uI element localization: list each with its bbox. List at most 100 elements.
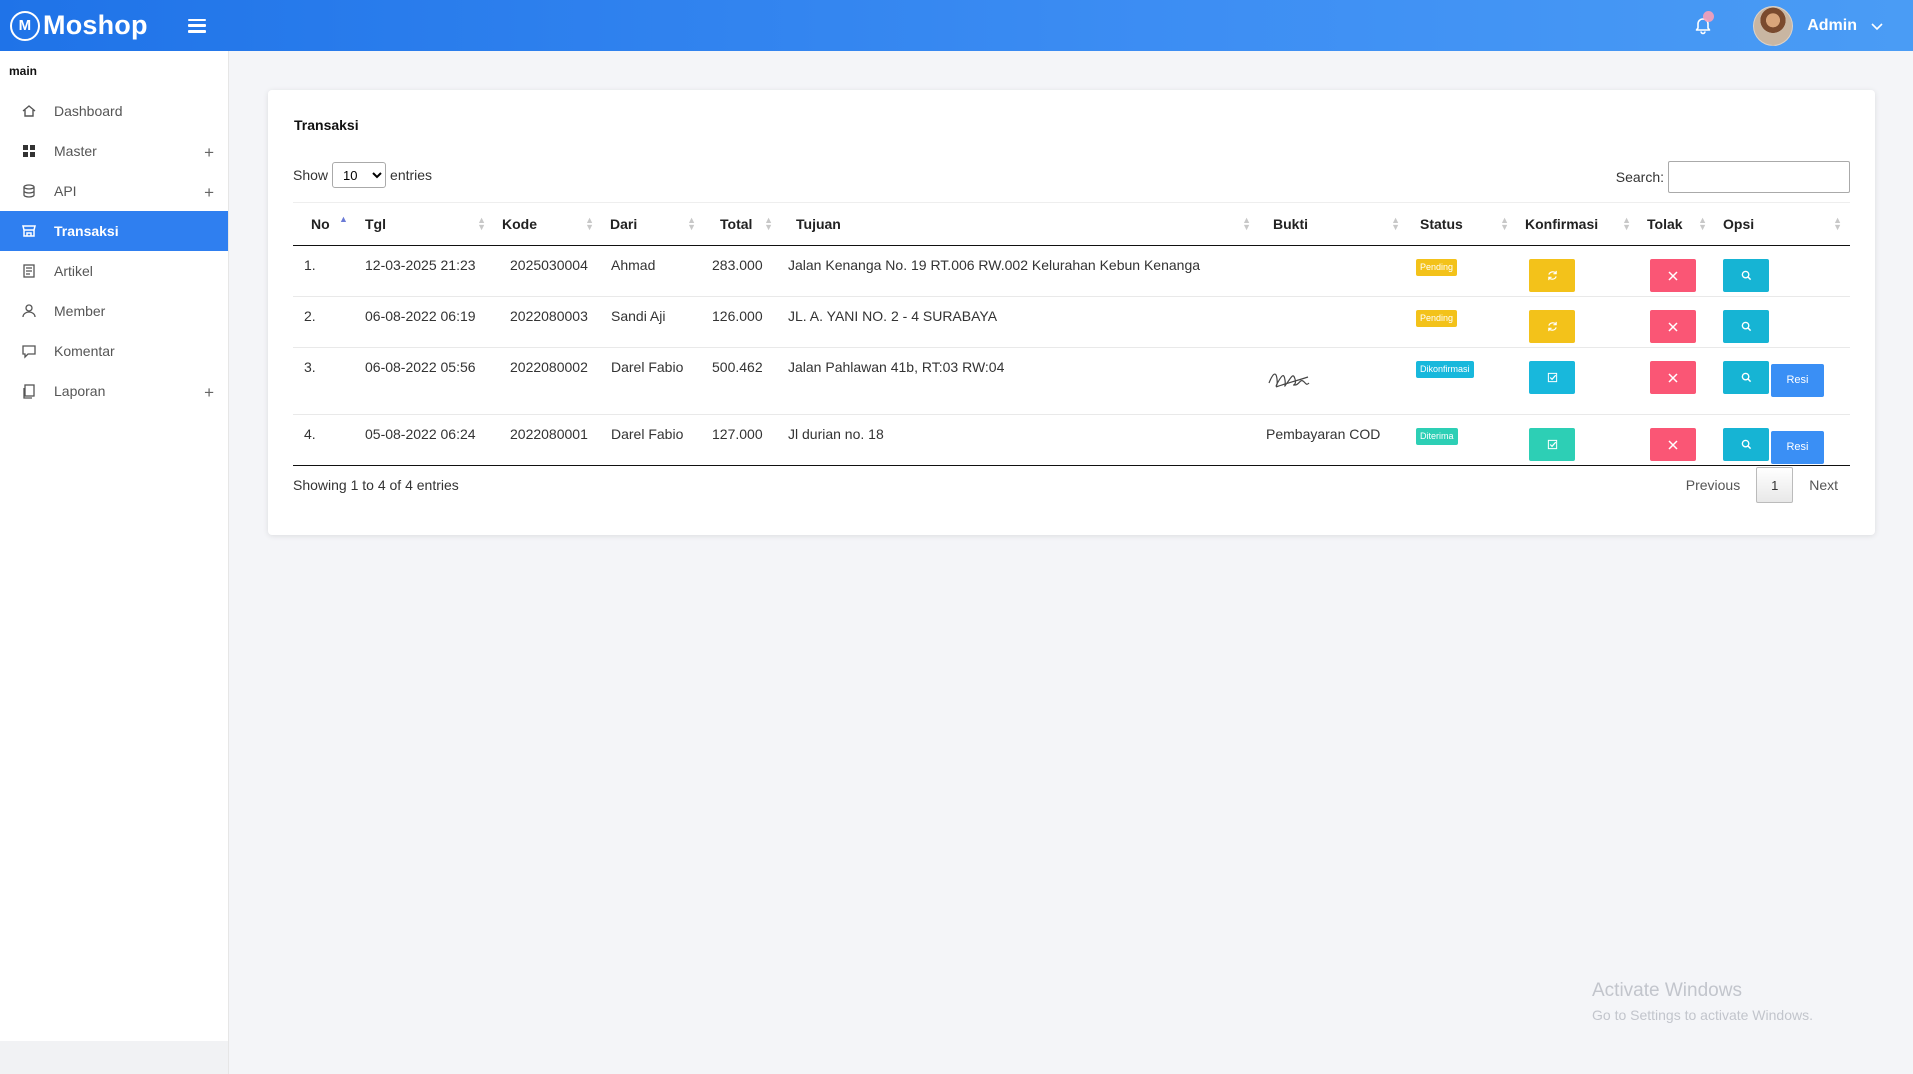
confirm-check-button[interactable]: [1529, 428, 1575, 461]
cell-opsi: [1715, 245, 1850, 297]
cell-konfirmasi: [1517, 414, 1639, 466]
sort-asc-icon: ▲: [339, 214, 348, 224]
column-header-tolak[interactable]: Tolak ▲ ▼: [1639, 202, 1715, 246]
table-row: 3. 06-08-2022 05:56 2022080002 Darel Fabio 5…: [293, 347, 1850, 415]
cell-tgl: 05-08-2022 06:24: [351, 414, 494, 466]
reject-button[interactable]: [1650, 310, 1696, 343]
comment-icon: [20, 342, 38, 360]
reject-button[interactable]: [1650, 259, 1696, 292]
watermark-subtitle: Go to Settings to activate Windows.: [1592, 1007, 1813, 1023]
sort-icon: ▲ ▼: [764, 215, 773, 232]
cell-total: 283.000: [704, 245, 781, 297]
cell-tujuan: JL. A. YANI NO. 2 - 4 SURABAYA: [781, 296, 1259, 348]
column-header-total[interactable]: Total ▲ ▼: [704, 202, 781, 246]
status-badge: Dikonfirmasi: [1416, 361, 1474, 378]
column-header-tujuan[interactable]: Tujuan ▲ ▼: [781, 202, 1259, 246]
detail-search-button[interactable]: [1723, 361, 1769, 394]
top-navbar: M Moshop Admin: [0, 0, 1913, 51]
sidebar-item-artikel[interactable]: Artikel: [0, 251, 228, 291]
notification-bell-icon[interactable]: [1693, 10, 1715, 36]
reject-button[interactable]: [1650, 428, 1696, 461]
database-icon: [20, 182, 38, 200]
cell-kode: 2025030004: [494, 245, 602, 297]
avatar[interactable]: [1753, 5, 1794, 46]
confirm-refresh-button[interactable]: [1529, 259, 1575, 292]
column-header-status[interactable]: Status ▲ ▼: [1408, 202, 1517, 246]
notification-dot: [1703, 10, 1715, 22]
cell-tolak: [1639, 414, 1715, 466]
pagination-page-current[interactable]: 1: [1756, 467, 1794, 503]
sort-icon: ▲ ▼: [1391, 215, 1400, 232]
cell-tolak: [1639, 245, 1715, 297]
cell-opsi: [1715, 296, 1850, 348]
table-row: 1. 12-03-2025 21:23 2025030004 Ahmad 283.000…: [293, 245, 1850, 297]
column-header-label: Tgl: [365, 216, 386, 232]
resi-button[interactable]: Resi: [1771, 430, 1824, 464]
hamburger-menu-icon[interactable]: [187, 18, 206, 33]
confirm-check-button[interactable]: [1529, 361, 1575, 394]
column-header-label: Dari: [610, 216, 638, 232]
windows-watermark: Activate Windows Go to Settings to activ…: [1592, 980, 1813, 1023]
pagination: Previous 1 Next: [1674, 467, 1850, 503]
payment-proof-image[interactable]: [1266, 365, 1316, 398]
cell-bukti: Pembayaran COD: [1259, 414, 1408, 466]
cell-total: 500.462: [704, 347, 781, 415]
cell-tgl: 06-08-2022 06:19: [351, 296, 494, 348]
cell-kode: 2022080001: [494, 414, 602, 466]
cell-tgl: 06-08-2022 05:56: [351, 347, 494, 415]
column-header-no[interactable]: No ▲: [293, 202, 351, 246]
column-header-opsi[interactable]: Opsi ▲ ▼: [1715, 202, 1850, 246]
cell-konfirmasi: [1517, 245, 1639, 297]
cell-tujuan: Jalan Pahlawan 41b, RT:03 RW:04: [781, 347, 1259, 415]
page-size-select[interactable]: 102550100: [332, 162, 387, 188]
sidebar-item-api[interactable]: API +: [0, 171, 228, 211]
chevron-down-icon[interactable]: [1867, 16, 1887, 36]
resi-button[interactable]: Resi: [1771, 363, 1824, 397]
home-icon: [20, 102, 38, 120]
sort-icon: ▲ ▼: [1242, 215, 1251, 232]
column-header-tgl[interactable]: Tgl ▲ ▼: [351, 202, 494, 246]
expand-plus-icon[interactable]: +: [204, 383, 214, 403]
column-header-label: Status: [1420, 216, 1463, 232]
column-header-dari[interactable]: Dari ▲ ▼: [602, 202, 704, 246]
sidebar-item-label: Artikel: [54, 263, 93, 279]
column-header-kode[interactable]: Kode ▲ ▼: [494, 202, 602, 246]
sidebar-item-label: Komentar: [54, 343, 115, 359]
search-label: Search:: [1615, 169, 1664, 185]
table-info: Showing 1 to 4 of 4 entries: [293, 477, 459, 493]
sidebar-item-dashboard[interactable]: Dashboard: [0, 91, 228, 131]
cell-konfirmasi: [1517, 296, 1639, 348]
brand[interactable]: M Moshop: [10, 10, 148, 41]
confirm-refresh-button[interactable]: [1529, 310, 1575, 343]
column-header-label: Total: [720, 216, 753, 232]
sort-icon: ▲ ▼: [585, 215, 594, 232]
cell-kode: 2022080002: [494, 347, 602, 415]
cell-status: Pending: [1408, 245, 1517, 297]
pagination-previous[interactable]: Previous: [1674, 477, 1752, 493]
sidebar: main Dashboard Master + API + Transaksi Artike…: [0, 51, 229, 1041]
detail-search-button[interactable]: [1723, 428, 1769, 461]
search-input[interactable]: [1668, 161, 1850, 193]
sidebar-item-laporan[interactable]: Laporan +: [0, 371, 228, 411]
entries-label: entries: [390, 167, 433, 183]
sidebar-item-member[interactable]: Member: [0, 291, 228, 331]
sidebar-item-komentar[interactable]: Komentar: [0, 331, 228, 371]
sidebar-item-transaksi[interactable]: Transaksi: [0, 211, 228, 251]
cell-no: 2.: [293, 296, 351, 348]
pagination-next[interactable]: Next: [1797, 477, 1850, 493]
column-header-konfirmasi[interactable]: Konfirmasi ▲ ▼: [1517, 202, 1639, 246]
cell-total: 126.000: [704, 296, 781, 348]
cell-kode: 2022080003: [494, 296, 602, 348]
expand-plus-icon[interactable]: +: [204, 183, 214, 203]
detail-search-button[interactable]: [1723, 310, 1769, 343]
column-header-bukti[interactable]: Bukti ▲ ▼: [1259, 202, 1408, 246]
reject-button[interactable]: [1650, 361, 1696, 394]
cell-bukti: [1259, 245, 1408, 297]
expand-plus-icon[interactable]: +: [204, 143, 214, 163]
detail-search-button[interactable]: [1723, 259, 1769, 292]
sidebar-item-master[interactable]: Master +: [0, 131, 228, 171]
user-name[interactable]: Admin: [1807, 17, 1857, 35]
cell-dari: Ahmad: [602, 245, 704, 297]
cell-dari: Sandi Aji: [602, 296, 704, 348]
shop-icon: [20, 222, 38, 240]
